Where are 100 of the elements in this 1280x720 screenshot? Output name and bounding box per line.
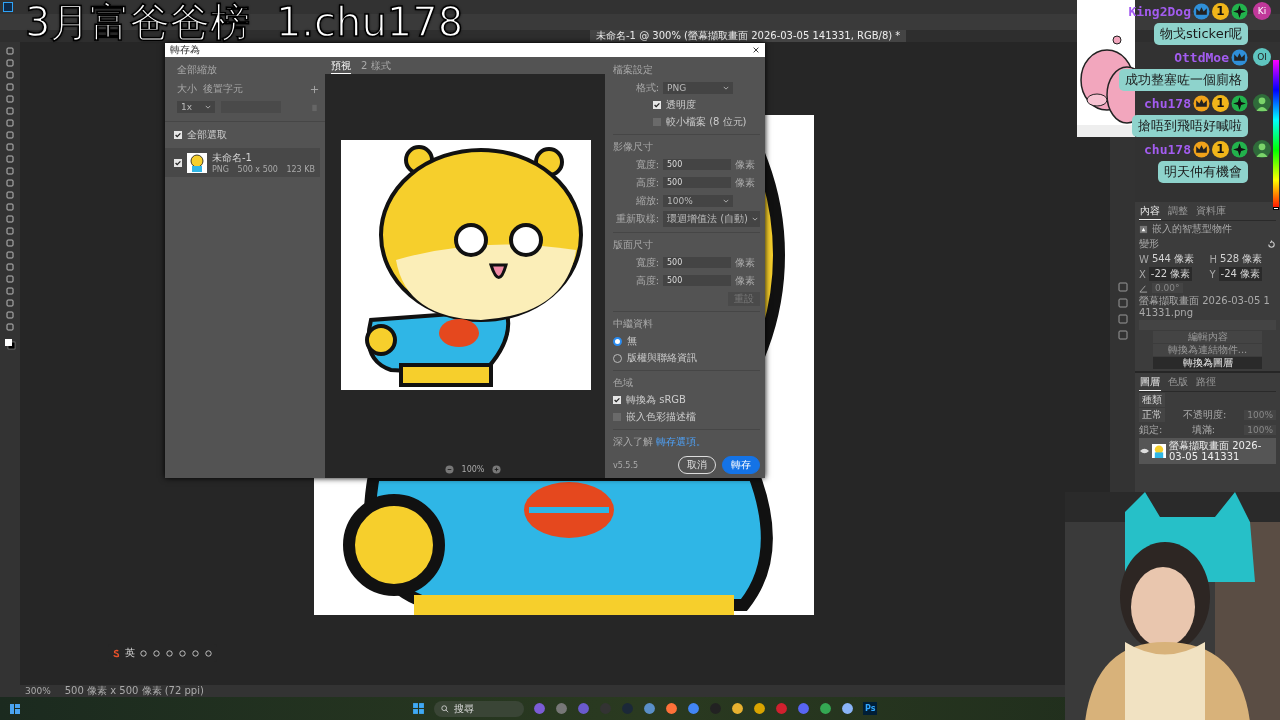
- app-icon[interactable]: [555, 702, 568, 715]
- checkbox[interactable]: [174, 131, 182, 139]
- unit-label: 像素: [735, 157, 755, 172]
- language-toggle[interactable]: 英: [125, 646, 135, 660]
- photoshop-taskbar-button[interactable]: Ps: [863, 702, 878, 715]
- app-icon[interactable]: [643, 702, 656, 715]
- unit-label: 像素: [735, 255, 755, 270]
- zoom-in-icon[interactable]: [492, 465, 502, 474]
- unit-label: 像素: [735, 273, 755, 288]
- panel-button[interactable]: 編輯內容: [1153, 331, 1262, 343]
- object-type: 嵌入的智慧型物件: [1152, 222, 1232, 236]
- radio-label: 無: [627, 334, 637, 348]
- field-label: 高度:: [634, 273, 659, 288]
- caret-icon: [205, 105, 211, 109]
- panel-tab[interactable]: 調整: [1167, 203, 1189, 220]
- scale-select[interactable]: 1x: [177, 101, 215, 113]
- app-icon[interactable]: [533, 702, 546, 715]
- input-field[interactable]: 500: [663, 159, 731, 170]
- learn-more-text: 深入了解 轉存選項。: [613, 435, 708, 449]
- resample-select[interactable]: 環迴增值法 (自動): [663, 211, 760, 227]
- asset-thumbnail-icon: [187, 152, 207, 173]
- panel-tab[interactable]: 內容: [1139, 203, 1161, 220]
- axis-label: X: [1139, 268, 1146, 280]
- field-label: 寬度:: [634, 255, 659, 270]
- app-icon[interactable]: [753, 702, 766, 715]
- section-heading: 影像尺寸: [613, 140, 654, 154]
- panel-tab[interactable]: 色版: [1167, 374, 1189, 391]
- version-label: v5.5.5: [613, 460, 639, 470]
- zoom-level: 300%: [25, 686, 51, 696]
- chat-message: 成功整塞咗一個廁格: [1119, 69, 1248, 91]
- panel-icon[interactable]: [1117, 298, 1128, 308]
- layer-name: 螢幕擷取畫面 2026-03-05 141331: [1169, 440, 1263, 462]
- app-icon[interactable]: [819, 702, 832, 715]
- field-label: 高度:: [634, 175, 659, 190]
- asset-file-size: 123 KB: [286, 165, 315, 174]
- checkbox-label: 較小檔案 (8 位元): [666, 115, 747, 129]
- checkbox-label: 嵌入色彩描述檔: [626, 410, 696, 424]
- lock-label: 鎖定:: [1139, 423, 1163, 437]
- panel-icon[interactable]: [1117, 314, 1128, 324]
- axis-label: W: [1139, 253, 1149, 265]
- checkbox-label: 全部選取: [187, 128, 227, 142]
- section-heading: 色域: [613, 376, 634, 390]
- document-tab[interactable]: 未命名-1 @ 300% (螢幕擷取畫面 2026-03-05 141331, RGB/8) *: [590, 30, 907, 42]
- start-icon[interactable]: [412, 702, 425, 715]
- zoom-out-icon[interactable]: [444, 465, 454, 474]
- checkbox[interactable]: [613, 396, 621, 404]
- input-field[interactable]: 500: [663, 275, 731, 286]
- input-field[interactable]: 500: [663, 177, 731, 188]
- add-icon[interactable]: [310, 84, 319, 94]
- app-icon[interactable]: [665, 702, 678, 715]
- app-icon[interactable]: [731, 702, 744, 715]
- asset-dimensions: 500 x 500: [237, 165, 278, 174]
- app-icon[interactable]: [797, 702, 810, 715]
- checkbox[interactable]: [653, 101, 661, 109]
- format-select[interactable]: PNG: [663, 81, 733, 94]
- stream-title: 3月富爸爸榜 1.chu178: [25, 0, 464, 44]
- panel-button[interactable]: 轉換為圖層: [1153, 357, 1262, 369]
- input-field[interactable]: 500: [663, 257, 731, 268]
- star-badge-icon: [1231, 140, 1248, 158]
- transform-value[interactable]: -24 像素: [1218, 267, 1263, 281]
- transform-value[interactable]: -22 像素: [1148, 267, 1193, 281]
- eye-icon[interactable]: [1140, 448, 1149, 454]
- layer-row[interactable]: 螢幕擷取畫面 2026-03-05 141331: [1139, 438, 1276, 464]
- avatar-icon: [1253, 94, 1271, 112]
- checkbox-label: 轉換為 sRGB: [626, 393, 686, 407]
- panel-tab[interactable]: 路徑: [1195, 374, 1217, 391]
- layer-thumbnail-icon: [1152, 444, 1166, 458]
- section-heading: 檔案設定: [613, 63, 654, 77]
- scale-select[interactable]: 100%: [663, 194, 733, 207]
- chat-username: chu178: [1144, 95, 1191, 111]
- app-icon[interactable]: [687, 702, 700, 715]
- reset-icon[interactable]: [1267, 239, 1276, 249]
- color-swatch-icon[interactable]: [4, 338, 16, 350]
- smart-object-icon: [1139, 224, 1148, 234]
- search-field[interactable]: 搜尋: [434, 700, 524, 717]
- checkbox[interactable]: [174, 158, 182, 167]
- dialog-tab[interactable]: 2 樣式: [361, 59, 391, 74]
- panel-icon[interactable]: [1117, 282, 1128, 292]
- ime-logo-icon[interactable]: [112, 648, 121, 658]
- transform-value: 544 像素: [1151, 252, 1195, 266]
- panel-tab[interactable]: 資料庫: [1195, 203, 1227, 220]
- field-label: 格式:: [634, 80, 659, 95]
- panel-tab[interactable]: 圖層: [1139, 374, 1161, 391]
- blend-mode-select[interactable]: 正常: [1139, 408, 1165, 422]
- transform-value: 528 像素: [1220, 252, 1263, 266]
- field-label: 重新取樣:: [614, 212, 659, 226]
- filter-field[interactable]: 種類: [1139, 393, 1165, 407]
- checkbox-label: 透明度: [666, 98, 696, 112]
- close-icon[interactable]: [752, 46, 760, 54]
- widgets-icon[interactable]: [9, 702, 21, 715]
- panel-button[interactable]: 轉換為連結物件...: [1153, 344, 1262, 356]
- radio-button[interactable]: [613, 336, 622, 346]
- star-badge-icon: [1231, 94, 1248, 112]
- panel-icon[interactable]: [1117, 330, 1128, 340]
- asset-row[interactable]: 未命名-1 PNG 500 x 500 123 KB: [165, 148, 320, 177]
- export-button[interactable]: 轉存: [722, 456, 760, 474]
- slider-thumb[interactable]: [1273, 207, 1279, 210]
- asset-name: 未命名-1: [212, 151, 253, 165]
- app-icon[interactable]: [841, 702, 854, 715]
- caret-icon: [723, 198, 729, 203]
